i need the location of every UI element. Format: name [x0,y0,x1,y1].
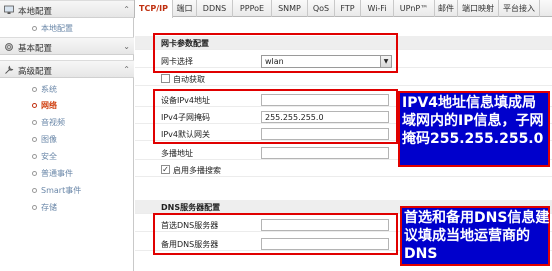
sidebar-item-label: 图像 [41,135,57,144]
bullet-icon [32,26,37,31]
sidebar-item-image[interactable]: 图像 [0,131,134,147]
chevron-up-icon[interactable]: ⌃ [123,65,130,74]
bullet-icon [32,154,37,159]
sidebar-item-normal-event[interactable]: 普通事件 [0,165,134,181]
sidebar-section-label: 本地配置 [18,7,53,17]
sidebar-section-advanced-config[interactable]: 高级配置 ⌃ [0,60,134,78]
bullet-icon [32,120,37,125]
sidebar-section-local-config[interactable]: 本地配置 ⌃ [0,0,134,18]
sidebar-item-label: 存储 [41,203,57,212]
field-label: 多播地址 [161,149,193,158]
tab-bar: TCP/IP 端口 DDNS PPPoE SNMP QoS FTP Wi-Fi … [134,0,552,18]
sidebar-item-label: 本地配置 [41,24,73,33]
sidebar-item-label: 普通事件 [41,169,73,178]
tab-email[interactable]: 邮件 [435,0,458,17]
chevron-up-icon[interactable]: ⌃ [123,5,130,14]
checkbox-label: 自动获取 [173,75,205,84]
nic-highlight-box [153,33,398,73]
sidebar: 本地配置 ⌃ 本地配置 基本配置 ⌄ 高级配置 ⌃ 系统 网络 音视频 图像 安… [0,0,134,271]
ipv4-highlight-box [153,89,398,144]
bullet-icon [32,171,37,176]
sidebar-section-basic-config[interactable]: 基本配置 ⌄ [0,37,134,55]
tab-pppoe[interactable]: PPPoE [233,0,272,17]
sidebar-item-system[interactable]: 系统 [0,81,134,97]
bullet-icon [32,205,37,210]
sidebar-item-storage[interactable]: 存储 [0,199,134,215]
dns-highlight-box [153,213,398,255]
sidebar-item-local-config[interactable]: 本地配置 [0,20,134,36]
chevron-down-icon[interactable]: ⌄ [123,42,130,51]
section-title: DNS服务器配置 [161,203,221,212]
gear-icon [5,43,13,51]
tab-port-mapping[interactable]: 端口映射 [458,0,499,17]
sidebar-section-label: 基本配置 [18,44,53,54]
tab-tcpip[interactable]: TCP/IP [134,0,173,18]
multicast-input[interactable] [261,147,389,159]
tab-upnp[interactable]: UPnP™ [394,0,435,17]
annotation-text: 首选和备用DNS信息建议填成当地运营商的DNS [404,210,550,262]
sidebar-item-network[interactable]: 网络 [0,97,134,113]
dhcp-row: 自动获取 [135,72,552,86]
bullet-icon [32,103,37,108]
sidebar-item-label: 音视频 [41,118,65,127]
computer-icon [4,5,14,14]
tab-snmp[interactable]: SNMP [272,0,308,17]
tab-platform-access[interactable]: 平台接入 [499,0,540,17]
wrench-icon [5,65,14,74]
bullet-icon [32,188,37,193]
tab-ddns[interactable]: DDNS [197,0,233,17]
tab-port[interactable]: 端口 [173,0,197,17]
tab-wifi[interactable]: Wi-Fi [361,0,394,17]
sidebar-item-label: 网络 [41,101,57,110]
sidebar-item-label: Smart事件 [41,186,82,195]
sidebar-section-label: 高级配置 [18,67,53,77]
bullet-icon [32,87,37,92]
bullet-icon [32,137,37,142]
sidebar-item-label: 安全 [41,152,57,161]
multicast-search-checkbox[interactable]: ✓ [161,165,170,174]
annotation-text: IPV4地址信息填成局域网内的IP信息，子网掩码255.255.255.0 [402,95,544,147]
tab-qos[interactable]: QoS [308,0,335,17]
sidebar-item-audio-video[interactable]: 音视频 [0,114,134,130]
dhcp-checkbox[interactable] [161,74,170,83]
sidebar-item-smart-event[interactable]: Smart事件 [0,182,134,198]
dns-annotation: 首选和备用DNS信息建议填成当地运营商的DNS [400,206,550,266]
sidebar-item-label: 系统 [41,85,57,94]
ipv4-annotation: IPV4地址信息填成局域网内的IP信息，子网掩码255.255.255.0 [398,91,550,167]
sidebar-item-security[interactable]: 安全 [0,148,134,164]
checkbox-label: 启用多播搜索 [173,166,221,175]
tab-ftp[interactable]: FTP [335,0,361,17]
